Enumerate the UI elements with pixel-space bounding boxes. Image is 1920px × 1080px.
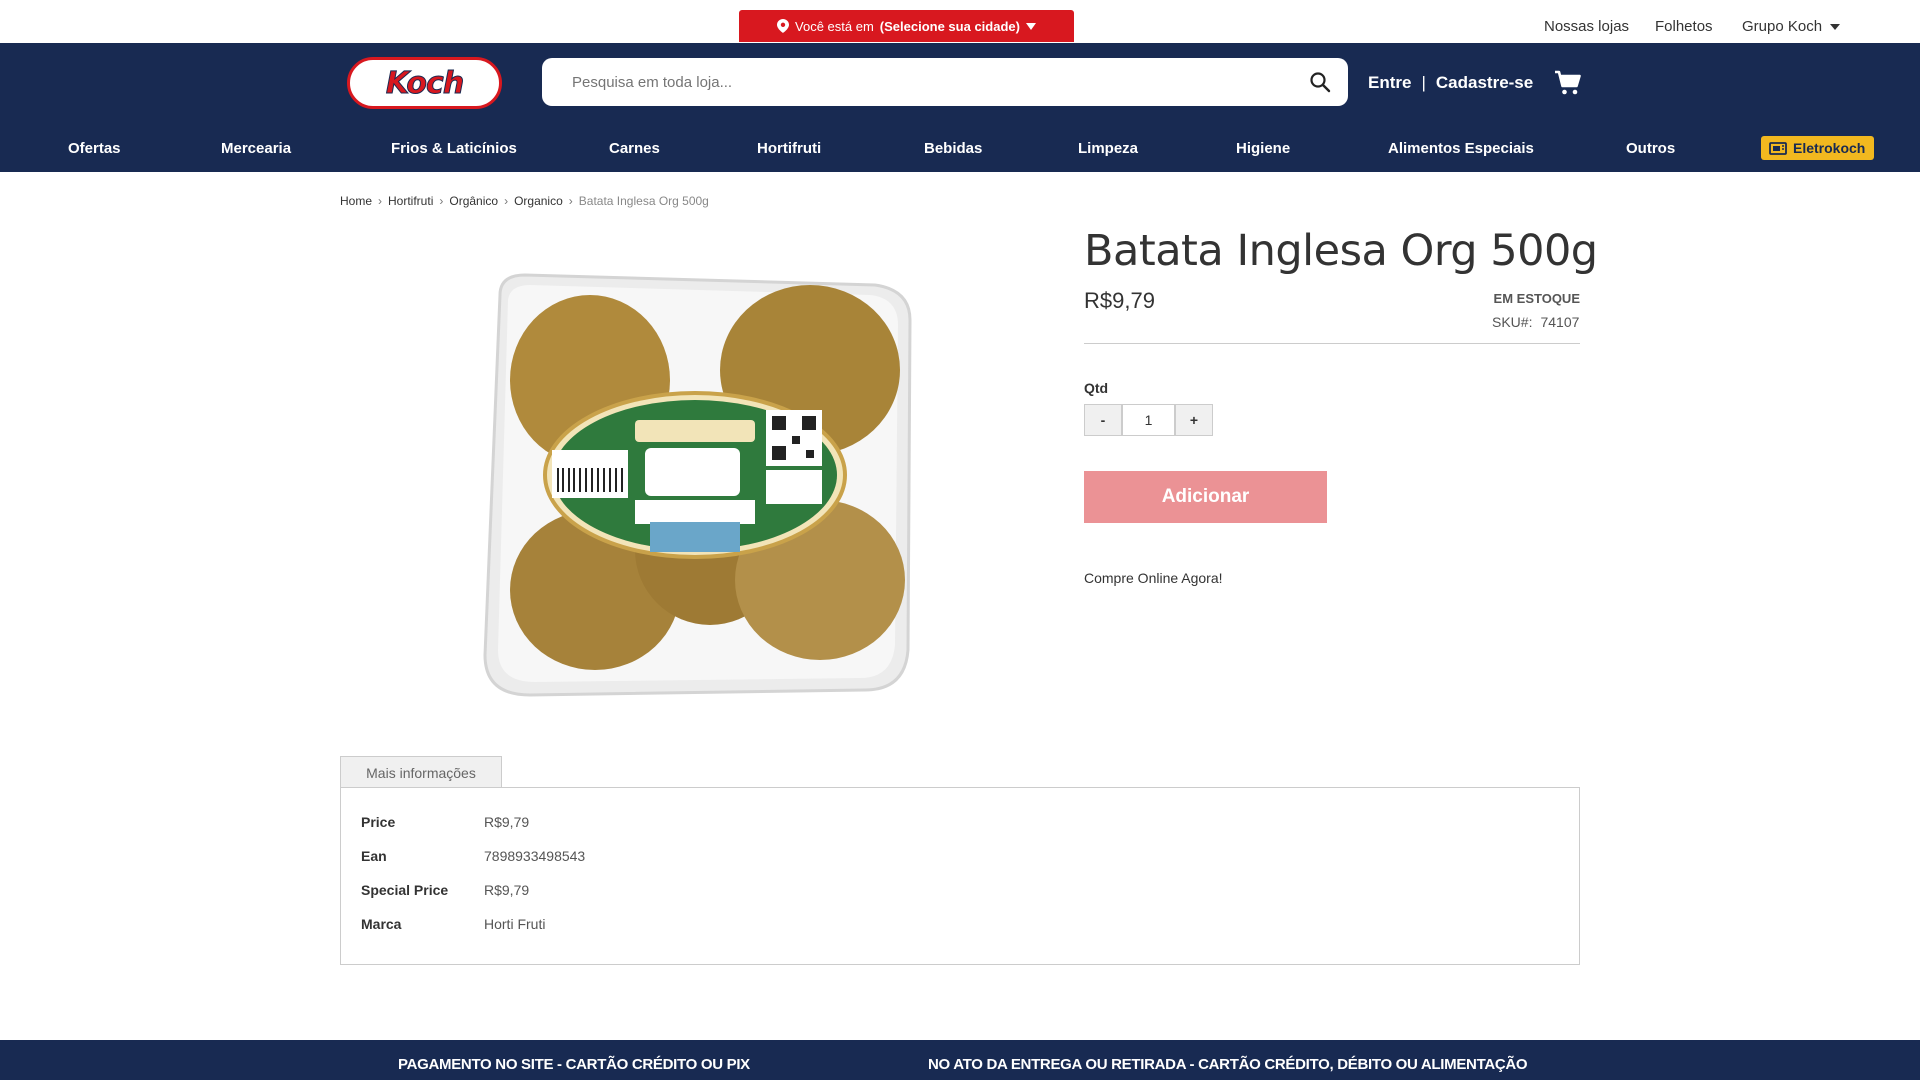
breadcrumb-organico-1[interactable]: Orgânico bbox=[449, 194, 498, 208]
nav-item-mercearia[interactable]: Mercearia bbox=[221, 140, 291, 157]
payment-footer: PAGAMENTO NO SITE - CARTÃO CRÉDITO OU PI… bbox=[0, 1040, 1920, 1080]
info-row-price: Price R$9,79 bbox=[361, 814, 529, 830]
link-grupo-koch[interactable]: Grupo Koch bbox=[1742, 18, 1841, 35]
chevron-right-icon: › bbox=[504, 194, 509, 208]
nav-item-ofertas[interactable]: Ofertas bbox=[68, 140, 121, 157]
chevron-down-icon bbox=[1830, 24, 1841, 31]
more-info-panel: Price R$9,79 Ean 7898933498543 Special P… bbox=[340, 787, 1580, 965]
info-row-ean: Ean 7898933498543 bbox=[361, 848, 585, 864]
footer-payment-delivery: NO ATO DA ENTREGA OU RETIRADA - CARTÃO C… bbox=[928, 1056, 1528, 1073]
account-links: Entre | Cadastre-se bbox=[1368, 73, 1533, 93]
sku-value: 74107 bbox=[1540, 314, 1580, 330]
chevron-right-icon: › bbox=[378, 194, 383, 208]
product-image[interactable] bbox=[480, 270, 920, 700]
info-value: Horti Fruti bbox=[484, 916, 546, 932]
nav-item-alimentos-especiais[interactable]: Alimentos Especiais bbox=[1388, 140, 1534, 157]
info-value: R$9,79 bbox=[484, 814, 530, 830]
tab-more-info[interactable]: Mais informações bbox=[340, 756, 502, 788]
location-pin-icon bbox=[777, 19, 790, 33]
breadcrumb-home[interactable]: Home bbox=[340, 194, 372, 208]
city-prefix: Você está em bbox=[795, 18, 874, 34]
breadcrumb-current: Batata Inglesa Org 500g bbox=[578, 194, 709, 208]
promo-text: Compre Online Agora! bbox=[1084, 570, 1223, 586]
nav-item-bebidas[interactable]: Bebidas bbox=[924, 140, 982, 157]
logo-text: Koch bbox=[385, 65, 464, 101]
info-key: Price bbox=[361, 814, 396, 830]
info-value: 7898933498543 bbox=[484, 848, 586, 864]
grupo-koch-label: Grupo Koch bbox=[1742, 18, 1823, 35]
nav-item-outros[interactable]: Outros bbox=[1626, 140, 1675, 157]
sku-label: SKU#: bbox=[1492, 314, 1533, 330]
breadcrumb: Home › Hortifruti › Orgânico › Organico … bbox=[340, 194, 709, 208]
nav-item-carnes[interactable]: Carnes bbox=[609, 140, 660, 157]
product-price: R$9,79 bbox=[1084, 288, 1155, 313]
info-key: Special Price bbox=[361, 882, 449, 898]
logo[interactable]: Koch bbox=[347, 57, 502, 109]
account-separator: | bbox=[1421, 73, 1426, 92]
nav-item-higiene[interactable]: Higiene bbox=[1236, 140, 1290, 157]
info-value: R$9,79 bbox=[484, 882, 530, 898]
search-bar bbox=[542, 58, 1348, 106]
caret-down-icon bbox=[1025, 23, 1036, 30]
register-link[interactable]: Cadastre-se bbox=[1436, 73, 1533, 92]
city-select-label[interactable]: (Selecione sua cidade) bbox=[880, 19, 1020, 34]
breadcrumb-organico-2[interactable]: Organico bbox=[514, 194, 563, 208]
tv-icon bbox=[1769, 141, 1787, 155]
site-header: Koch Entre | Cadastre-se Ofertas Mercearia… bbox=[0, 43, 1920, 172]
link-folhetos[interactable]: Folhetos bbox=[1655, 18, 1713, 35]
link-nossas-lojas[interactable]: Nossas lojas bbox=[1544, 18, 1629, 35]
info-key: Marca bbox=[361, 916, 402, 932]
stock-status: EM ESTOQUE bbox=[1493, 291, 1580, 306]
chevron-right-icon: › bbox=[568, 194, 573, 208]
qty-increase-button[interactable]: + bbox=[1175, 404, 1213, 436]
info-row-marca: Marca Horti Fruti bbox=[361, 916, 545, 932]
top-bar: Você está em (Selecione sua cidade) Noss… bbox=[0, 0, 1920, 43]
info-key: Ean bbox=[361, 848, 387, 864]
city-selector[interactable]: Você está em (Selecione sua cidade) bbox=[739, 10, 1074, 42]
nav-item-frios[interactable]: Frios & Laticínios bbox=[391, 140, 517, 157]
main-nav: Ofertas Mercearia Frios & Laticínios Car… bbox=[0, 130, 1920, 172]
add-to-cart-button[interactable]: Adicionar bbox=[1084, 471, 1327, 523]
nav-item-eletrokoch[interactable]: Eletrokoch bbox=[1761, 136, 1875, 160]
login-link[interactable]: Entre bbox=[1368, 73, 1411, 92]
chevron-right-icon: › bbox=[439, 194, 444, 208]
qty-decrease-button[interactable]: - bbox=[1084, 404, 1122, 436]
nav-item-hortifruti[interactable]: Hortifruti bbox=[757, 140, 821, 157]
divider bbox=[1084, 343, 1580, 344]
info-row-special-price: Special Price R$9,79 bbox=[361, 882, 529, 898]
qty-label: Qtd bbox=[1084, 380, 1109, 396]
search-input[interactable] bbox=[572, 73, 1272, 91]
sku: SKU#: 74107 bbox=[1492, 314, 1579, 330]
cart-icon[interactable] bbox=[1554, 69, 1582, 97]
eletrokoch-label: Eletrokoch bbox=[1793, 140, 1866, 156]
nav-item-limpeza[interactable]: Limpeza bbox=[1078, 140, 1138, 157]
footer-payment-online: PAGAMENTO NO SITE - CARTÃO CRÉDITO OU PI… bbox=[398, 1056, 750, 1073]
product-title: Batata Inglesa Org 500g bbox=[1084, 226, 1598, 276]
breadcrumb-hortifruti[interactable]: Hortifruti bbox=[388, 194, 433, 208]
qty-input[interactable] bbox=[1122, 404, 1175, 436]
search-icon[interactable] bbox=[1308, 70, 1332, 94]
